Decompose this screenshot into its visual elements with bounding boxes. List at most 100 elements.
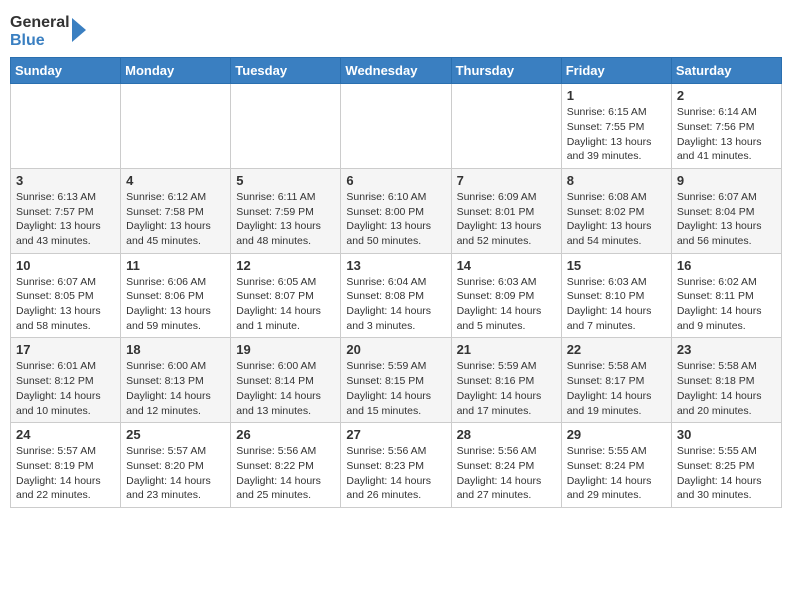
day-number: 19 (236, 342, 335, 357)
day-info: Sunrise: 5:58 AM Sunset: 8:18 PM Dayligh… (677, 359, 776, 418)
day-info: Sunrise: 6:11 AM Sunset: 7:59 PM Dayligh… (236, 190, 335, 249)
calendar-cell (341, 84, 451, 169)
calendar-cell: 20Sunrise: 5:59 AM Sunset: 8:15 PM Dayli… (341, 338, 451, 423)
calendar-table: SundayMondayTuesdayWednesdayThursdayFrid… (10, 57, 782, 508)
day-info: Sunrise: 5:57 AM Sunset: 8:20 PM Dayligh… (126, 444, 225, 503)
day-info: Sunrise: 6:03 AM Sunset: 8:09 PM Dayligh… (457, 275, 556, 334)
day-number: 8 (567, 173, 666, 188)
day-number: 10 (16, 258, 115, 273)
calendar-cell: 30 Sunrise: 5:55 AM Sunset: 8:25 PM Dayli… (671, 423, 781, 508)
day-info: Sunrise: 5:55 AM Sunset: 8:25 PM Dayligh… (677, 444, 776, 503)
calendar-cell: 16Sunrise: 6:02 AM Sunset: 8:11 PM Dayli… (671, 253, 781, 338)
calendar-cell: 8 Sunrise: 6:08 AM Sunset: 8:02 PM Daylig… (561, 168, 671, 253)
calendar-cell: 12 Sunrise: 6:05 AM Sunset: 8:07 PM Dayli… (231, 253, 341, 338)
weekday-header-wednesday: Wednesday (341, 58, 451, 84)
day-number: 23 (677, 342, 776, 357)
day-number: 12 (236, 258, 335, 273)
calendar-week-row: 10 Sunrise: 6:07 AM Sunset: 8:05 PM Dayli… (11, 253, 782, 338)
day-info: Sunrise: 6:07 AM Sunset: 8:05 PM Dayligh… (16, 275, 115, 334)
day-number: 11 (126, 258, 225, 273)
day-number: 4 (126, 173, 225, 188)
day-number: 22 (567, 342, 666, 357)
calendar-cell: 13 Sunrise: 6:04 AM Sunset: 8:08 PM Dayli… (341, 253, 451, 338)
day-number: 15 (567, 258, 666, 273)
calendar-cell: 4Sunrise: 6:12 AM Sunset: 7:58 PM Daylig… (121, 168, 231, 253)
calendar-week-row: 3Sunrise: 6:13 AM Sunset: 7:57 PM Daylig… (11, 168, 782, 253)
weekday-header-thursday: Thursday (451, 58, 561, 84)
calendar-cell: 24Sunrise: 5:57 AM Sunset: 8:19 PM Dayli… (11, 423, 121, 508)
day-info: Sunrise: 5:56 AM Sunset: 8:22 PM Dayligh… (236, 444, 335, 503)
day-number: 5 (236, 173, 335, 188)
day-info: Sunrise: 6:06 AM Sunset: 8:06 PM Dayligh… (126, 275, 225, 334)
calendar-cell: 10 Sunrise: 6:07 AM Sunset: 8:05 PM Dayli… (11, 253, 121, 338)
calendar-cell: 2 Sunrise: 6:14 AM Sunset: 7:56 PM Daylig… (671, 84, 781, 169)
calendar-cell: 21 Sunrise: 5:59 AM Sunset: 8:16 PM Dayli… (451, 338, 561, 423)
weekday-header-friday: Friday (561, 58, 671, 84)
weekday-header-row: SundayMondayTuesdayWednesdayThursdayFrid… (11, 58, 782, 84)
calendar-cell: 18Sunrise: 6:00 AM Sunset: 8:13 PM Dayli… (121, 338, 231, 423)
logo-general-text: General (10, 14, 70, 32)
calendar-cell (11, 84, 121, 169)
calendar-cell: 11 Sunrise: 6:06 AM Sunset: 8:06 PM Dayli… (121, 253, 231, 338)
calendar-cell: 9Sunrise: 6:07 AM Sunset: 8:04 PM Daylig… (671, 168, 781, 253)
weekday-header-saturday: Saturday (671, 58, 781, 84)
day-number: 21 (457, 342, 556, 357)
calendar-cell: 25 Sunrise: 5:57 AM Sunset: 8:20 PM Dayli… (121, 423, 231, 508)
day-number: 13 (346, 258, 445, 273)
day-info: Sunrise: 6:04 AM Sunset: 8:08 PM Dayligh… (346, 275, 445, 334)
calendar-cell: 22 Sunrise: 5:58 AM Sunset: 8:17 PM Dayli… (561, 338, 671, 423)
calendar-cell: 5 Sunrise: 6:11 AM Sunset: 7:59 PM Daylig… (231, 168, 341, 253)
day-number: 28 (457, 427, 556, 442)
logo: General Blue (10, 14, 86, 49)
calendar-cell: 26 Sunrise: 5:56 AM Sunset: 8:22 PM Dayli… (231, 423, 341, 508)
logo-blue-text: Blue (10, 32, 70, 50)
calendar-cell: 14 Sunrise: 6:03 AM Sunset: 8:09 PM Dayli… (451, 253, 561, 338)
day-number: 29 (567, 427, 666, 442)
calendar-week-row: 24Sunrise: 5:57 AM Sunset: 8:19 PM Dayli… (11, 423, 782, 508)
day-info: Sunrise: 6:14 AM Sunset: 7:56 PM Dayligh… (677, 105, 776, 164)
calendar-cell: 29 Sunrise: 5:55 AM Sunset: 8:24 PM Dayli… (561, 423, 671, 508)
day-number: 30 (677, 427, 776, 442)
day-info: Sunrise: 6:01 AM Sunset: 8:12 PM Dayligh… (16, 359, 115, 418)
calendar-cell (451, 84, 561, 169)
calendar-cell: 28 Sunrise: 5:56 AM Sunset: 8:24 PM Dayli… (451, 423, 561, 508)
day-info: Sunrise: 6:03 AM Sunset: 8:10 PM Dayligh… (567, 275, 666, 334)
day-info: Sunrise: 6:13 AM Sunset: 7:57 PM Dayligh… (16, 190, 115, 249)
calendar-cell: 3Sunrise: 6:13 AM Sunset: 7:57 PM Daylig… (11, 168, 121, 253)
day-number: 27 (346, 427, 445, 442)
calendar-week-row: 1 Sunrise: 6:15 AM Sunset: 7:55 PM Daylig… (11, 84, 782, 169)
day-number: 17 (16, 342, 115, 357)
calendar-cell: 6Sunrise: 6:10 AM Sunset: 8:00 PM Daylig… (341, 168, 451, 253)
day-info: Sunrise: 5:57 AM Sunset: 8:19 PM Dayligh… (16, 444, 115, 503)
day-info: Sunrise: 6:00 AM Sunset: 8:13 PM Dayligh… (126, 359, 225, 418)
day-info: Sunrise: 6:08 AM Sunset: 8:02 PM Dayligh… (567, 190, 666, 249)
calendar-cell: 27Sunrise: 5:56 AM Sunset: 8:23 PM Dayli… (341, 423, 451, 508)
day-number: 25 (126, 427, 225, 442)
day-info: Sunrise: 6:02 AM Sunset: 8:11 PM Dayligh… (677, 275, 776, 334)
day-info: Sunrise: 5:55 AM Sunset: 8:24 PM Dayligh… (567, 444, 666, 503)
day-number: 14 (457, 258, 556, 273)
day-info: Sunrise: 5:59 AM Sunset: 8:16 PM Dayligh… (457, 359, 556, 418)
calendar-cell: 23 Sunrise: 5:58 AM Sunset: 8:18 PM Dayli… (671, 338, 781, 423)
calendar-week-row: 17 Sunrise: 6:01 AM Sunset: 8:12 PM Dayli… (11, 338, 782, 423)
day-info: Sunrise: 6:05 AM Sunset: 8:07 PM Dayligh… (236, 275, 335, 334)
day-info: Sunrise: 6:00 AM Sunset: 8:14 PM Dayligh… (236, 359, 335, 418)
calendar-cell: 15 Sunrise: 6:03 AM Sunset: 8:10 PM Dayli… (561, 253, 671, 338)
page-header: General Blue (10, 10, 782, 49)
weekday-header-sunday: Sunday (11, 58, 121, 84)
logo-arrow-icon (72, 18, 86, 42)
logo-lines: General Blue (10, 14, 86, 49)
day-info: Sunrise: 5:58 AM Sunset: 8:17 PM Dayligh… (567, 359, 666, 418)
day-number: 2 (677, 88, 776, 103)
day-info: Sunrise: 6:09 AM Sunset: 8:01 PM Dayligh… (457, 190, 556, 249)
day-info: Sunrise: 6:10 AM Sunset: 8:00 PM Dayligh… (346, 190, 445, 249)
calendar-cell: 1 Sunrise: 6:15 AM Sunset: 7:55 PM Daylig… (561, 84, 671, 169)
day-number: 9 (677, 173, 776, 188)
day-info: Sunrise: 5:59 AM Sunset: 8:15 PM Dayligh… (346, 359, 445, 418)
calendar-cell (231, 84, 341, 169)
day-info: Sunrise: 6:15 AM Sunset: 7:55 PM Dayligh… (567, 105, 666, 164)
calendar-cell: 7Sunrise: 6:09 AM Sunset: 8:01 PM Daylig… (451, 168, 561, 253)
day-number: 26 (236, 427, 335, 442)
day-info: Sunrise: 5:56 AM Sunset: 8:24 PM Dayligh… (457, 444, 556, 503)
day-number: 1 (567, 88, 666, 103)
